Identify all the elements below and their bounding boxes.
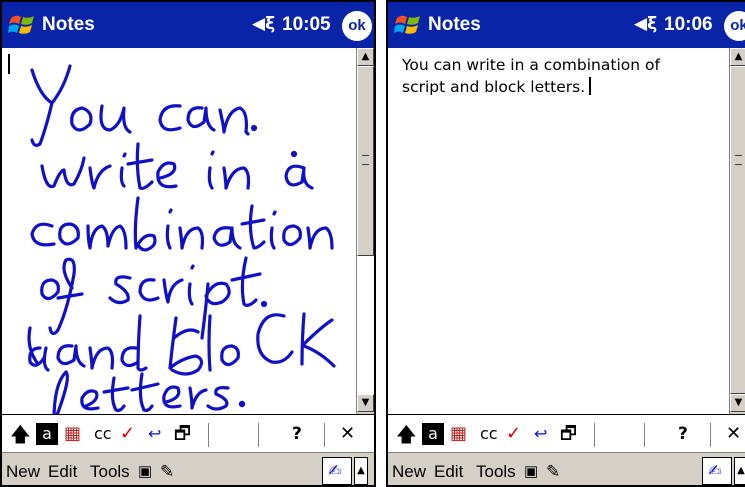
menu-bar: New Edit Tools ▣ ✎ ✍ ▲ (388, 452, 745, 485)
note-text-line-1: You can write in a combination of (402, 56, 660, 74)
drawing-mode-icon[interactable]: ▦ (64, 422, 81, 446)
spellcheck-icon[interactable]: ✓ (120, 422, 135, 446)
arrow-up-icon[interactable]: 🡅 (396, 422, 417, 446)
arrow-up-icon[interactable]: 🡅 (10, 422, 31, 446)
app-title: Notes (42, 14, 95, 35)
spellcheck-icon[interactable]: ✓ (506, 422, 521, 446)
undo-icon[interactable]: ↩ (534, 422, 547, 446)
drawing-mode-icon[interactable]: ▦ (450, 422, 467, 446)
scroll-down-arrow[interactable]: ▼ (357, 394, 374, 412)
notes-toolbar: 🡅 a ▦ cc ✓ ↩ 🗗 ? ✕ (2, 414, 374, 453)
app-title: Notes (428, 14, 481, 35)
text-caret (589, 77, 592, 95)
help-button[interactable]: ? (292, 422, 302, 446)
pen-input-icon: ✍ (708, 461, 722, 480)
scroll-thumb[interactable] (357, 66, 374, 256)
vertical-scrollbar[interactable]: ▲ ▼ (729, 48, 745, 414)
close-button[interactable]: ✕ (340, 422, 355, 446)
writing-mode-icon[interactable]: a (422, 423, 444, 445)
input-panel-button[interactable]: ✍ (702, 457, 732, 485)
note-canvas[interactable]: You can write in a combination of script… (388, 48, 729, 414)
cc-icon[interactable]: cc (94, 422, 112, 446)
cc-icon[interactable]: cc (480, 422, 498, 446)
start-menu-icon[interactable] (394, 10, 424, 40)
menu-new[interactable]: New (6, 462, 40, 482)
input-panel-arrow[interactable]: ▲ (734, 457, 745, 485)
menu-tools[interactable]: Tools (90, 462, 130, 482)
help-button[interactable]: ? (678, 422, 688, 446)
menu-bar: New Edit Tools ▣ ✎ ✍ ▲ (2, 452, 374, 485)
note-text-line-2: script and block letters. (402, 76, 702, 98)
recording-icon[interactable]: ▣ (524, 462, 538, 480)
writing-mode-icon[interactable]: a (36, 423, 58, 445)
scroll-thumb[interactable] (730, 66, 745, 394)
scroll-up-arrow[interactable]: ▲ (357, 48, 374, 66)
properties-icon[interactable]: 🗗 (560, 422, 577, 446)
undo-icon[interactable]: ↩ (148, 422, 161, 446)
input-panel-button[interactable]: ✍ (322, 457, 352, 485)
speaker-icon[interactable]: ◀ξ (252, 14, 275, 34)
note-text-line-2-text: script and block letters. (402, 78, 586, 96)
notes-screen-typed: Notes ◀ξ 10:06 ok You can write in a com… (386, 0, 745, 487)
speaker-icon[interactable]: ◀ξ (634, 14, 657, 34)
ok-button[interactable]: ok (342, 11, 372, 41)
vertical-scrollbar[interactable]: ▲ ▼ (356, 48, 374, 414)
menu-new[interactable]: New (392, 462, 426, 482)
menu-edit[interactable]: Edit (48, 462, 77, 482)
ok-button[interactable]: ok (724, 11, 745, 41)
notes-toolbar: 🡅 a ▦ cc ✓ ↩ 🗗 ? ✕ (388, 414, 745, 453)
clock[interactable]: 10:06 (664, 14, 713, 36)
menu-tools[interactable]: Tools (476, 462, 516, 482)
recording-icon[interactable]: ▣ (138, 462, 152, 480)
clock[interactable]: 10:05 (282, 14, 331, 36)
notes-screen-handwriting: Notes ◀ξ 10:05 ok ▲ ▼ 🡅 a ▦ cc ✓ ↩ 🗗 ? ✕… (0, 0, 376, 487)
menu-edit[interactable]: Edit (434, 462, 463, 482)
close-button[interactable]: ✕ (726, 422, 741, 446)
title-bar: Notes ◀ξ 10:05 ok (2, 2, 374, 48)
properties-icon[interactable]: 🗗 (174, 422, 191, 446)
note-text: You can write in a combination of script… (402, 54, 702, 98)
note-canvas[interactable] (2, 48, 356, 414)
title-bar: Notes ◀ξ 10:06 ok (388, 2, 745, 48)
handwriting-ink (27, 64, 336, 414)
pen-icon[interactable]: ✎ (546, 462, 560, 482)
start-menu-icon[interactable] (8, 10, 38, 40)
pen-input-icon: ✍ (328, 461, 342, 480)
scroll-up-arrow[interactable]: ▲ (730, 48, 745, 66)
input-panel-arrow[interactable]: ▲ (354, 457, 368, 485)
pen-icon[interactable]: ✎ (160, 462, 174, 482)
scroll-down-arrow[interactable]: ▼ (730, 394, 745, 412)
